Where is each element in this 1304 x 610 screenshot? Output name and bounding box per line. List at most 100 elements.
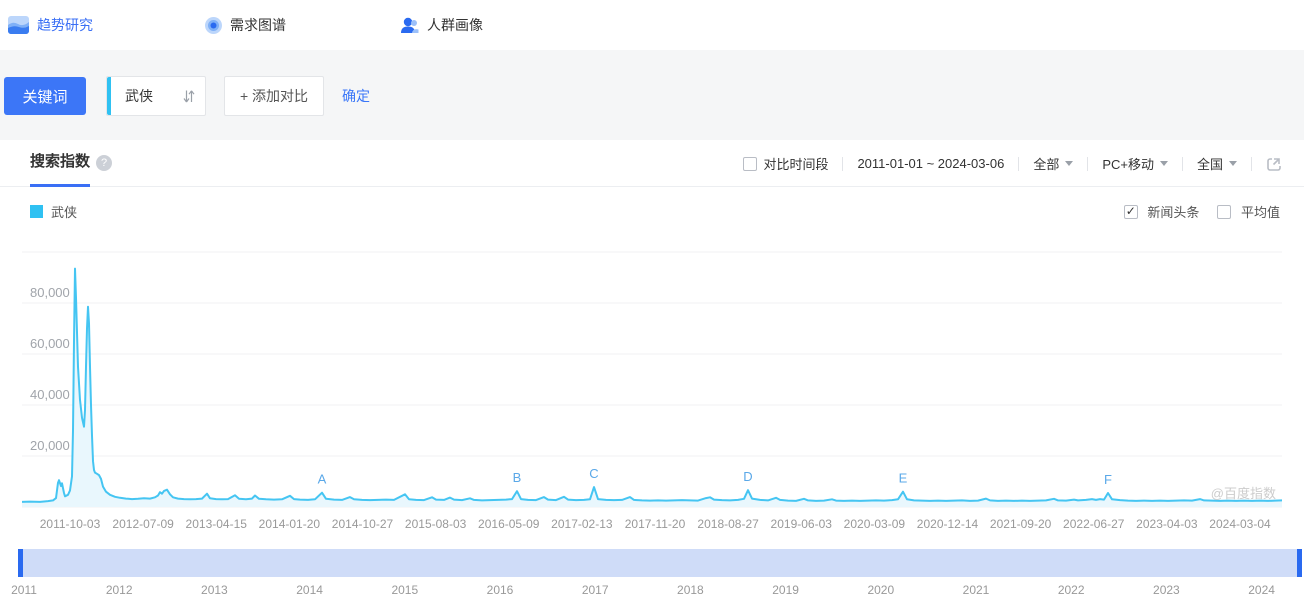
x-axis-tick-label: 2022-06-27 (1063, 517, 1125, 531)
trend-chart[interactable]: 100,000 80,000 60,000 40,000 20,000 A B C D E F 201… (22, 248, 1282, 540)
news-headlines-label: 新闻头条 (1147, 205, 1200, 220)
y-axis-tick-label: 100,000 (30, 248, 77, 249)
divider (1087, 156, 1089, 171)
x-axis-tick-label: 2011-10-03 (40, 517, 101, 531)
year-label-2015: 2015 (391, 583, 419, 597)
divider (842, 156, 844, 171)
x-axis-tick-label: 2016-05-09 (478, 517, 540, 531)
keyword-color-accent (107, 77, 111, 115)
y-axis-tick-label: 80,000 (30, 285, 70, 300)
x-axis-tick-label: 2018-08-27 (697, 517, 759, 531)
region-dropdown[interactable]: 全国 (1197, 154, 1237, 173)
year-label-2014: 2014 (296, 583, 323, 597)
keyword-chip[interactable]: 武侠 (106, 76, 206, 116)
y-axis-tick-label: 40,000 (30, 387, 70, 402)
news-headlines-toggle[interactable]: 新闻头条 (1123, 202, 1200, 221)
chart-controls: 对比时间段 2011-01-01 ~ 2024-03-06 全部 PC+移动 全… (743, 140, 1282, 187)
slider-handle-right[interactable] (1297, 549, 1302, 577)
average-checkbox[interactable] (1217, 205, 1232, 219)
average-label: 平均值 (1240, 205, 1280, 220)
year-label-2022: 2022 (1057, 583, 1085, 597)
y-axis-tick-label: 20,000 (30, 438, 70, 453)
trend-chart-area[interactable]: 100,000 80,000 60,000 40,000 20,000 A B C D E F 201… (0, 248, 1304, 548)
year-label-2020: 2020 (867, 583, 895, 597)
keyword-section-background: 关键词 武侠 + 添加对比 确定 (0, 50, 1304, 140)
x-axis-tick-label: 2020-03-09 (844, 517, 906, 531)
compare-period-label: 对比时间段 (763, 157, 829, 172)
trend-chart-icon (8, 16, 29, 34)
year-label-2018: 2018 (677, 583, 704, 597)
chevron-down-icon (1159, 161, 1168, 166)
category-dropdown-value: 全部 (1033, 157, 1060, 172)
x-axis-tick-label: 2014-01-20 (259, 517, 321, 531)
nav-item-label[interactable]: 需求图谱 (230, 15, 286, 35)
nav-item-trend-research[interactable]: 趋势研究 (8, 0, 93, 50)
search-index-panel: 搜索指数 ? 对比时间段 2011-01-01 ~ 2024-03-06 全部 … (0, 140, 1304, 610)
x-axis-tick-label: 2024-03-04 (1209, 517, 1271, 531)
divider (1181, 156, 1183, 171)
year-label-2016: 2016 (486, 583, 514, 597)
device-dropdown-value: PC+移动 (1102, 157, 1154, 172)
x-axis-tick-label: 2017-11-20 (625, 517, 686, 531)
x-axis-tick-label: 2015-08-03 (405, 517, 467, 531)
series-color-swatch (30, 205, 43, 218)
news-marker-F: F (1104, 472, 1112, 487)
x-axis-tick-label: 2013-04-15 (186, 517, 248, 531)
nav-item-audience-portrait[interactable]: 人群画像 (400, 0, 483, 50)
overlay-toggles: 新闻头条 平均值 (1123, 202, 1280, 221)
news-headlines-checkbox[interactable] (1123, 204, 1138, 219)
divider (1018, 156, 1020, 171)
nav-item-label[interactable]: 人群画像 (427, 15, 483, 35)
device-dropdown[interactable]: PC+移动 (1102, 154, 1168, 173)
nav-item-label[interactable]: 趋势研究 (37, 15, 93, 35)
year-label-2023: 2023 (1153, 583, 1180, 597)
divider (1251, 156, 1252, 171)
news-marker-D: D (743, 469, 752, 484)
x-axis-tick-label: 2012-07-09 (112, 517, 174, 531)
help-icon[interactable]: ? (96, 155, 113, 171)
y-axis-tick-label: 60,000 (30, 336, 70, 351)
series-legend: 武侠 (30, 202, 77, 221)
date-range[interactable]: 2011-01-01 ~ 2024-03-06 (857, 156, 1004, 171)
news-marker-B: B (513, 470, 522, 485)
year-label-2017: 2017 (581, 583, 609, 597)
year-label-2011: 2011 (11, 583, 37, 597)
panel-tab-row: 搜索指数 ? 对比时间段 2011-01-01 ~ 2024-03-06 全部 … (0, 140, 1304, 187)
keyword-value: 武侠 (125, 88, 153, 104)
audience-icon (401, 17, 419, 33)
news-marker-A: A (318, 472, 327, 487)
keyword-button[interactable]: 关键词 (4, 77, 86, 115)
news-marker-E: E (899, 471, 908, 486)
keyword-row: 关键词 武侠 + 添加对比 确定 (0, 76, 370, 116)
slider-handle-left[interactable] (18, 549, 23, 577)
chevron-down-icon (1229, 161, 1237, 166)
x-axis-tick-label: 2021-09-20 (990, 517, 1052, 531)
add-compare-button[interactable]: + 添加对比 (224, 76, 324, 116)
year-label-2012: 2012 (105, 583, 133, 597)
series-line (22, 267, 1282, 503)
legend-row: 武侠 新闻头条 平均值 (0, 200, 1304, 220)
x-axis-tick-label: 2014-10-27 (332, 517, 394, 531)
year-label-2021: 2021 (962, 583, 990, 597)
nav-item-demand-map[interactable]: 需求图谱 (205, 0, 286, 50)
demand-map-icon (205, 16, 222, 34)
chevron-down-icon (1065, 161, 1074, 166)
series-area-fill (22, 268, 1282, 507)
average-toggle[interactable]: 平均值 (1217, 202, 1280, 221)
sort-toggle-icon[interactable] (183, 89, 195, 103)
baidu-index-watermark: @百度指数 (1210, 486, 1276, 501)
timeline-zoom-slider[interactable] (18, 549, 1302, 577)
year-label-2024: 2024 (1248, 583, 1275, 597)
year-label-2019: 2019 (772, 583, 799, 597)
timeline-year-labels: 2011 2012 2013 2014 2015 2016 2017 2018 2019 2020… (11, 583, 1302, 599)
news-marker-C: C (589, 466, 598, 481)
x-axis-tick-label: 2019-06-03 (771, 517, 833, 531)
tab-search-index[interactable]: 搜索指数 (30, 140, 91, 187)
confirm-link[interactable]: 确定 (342, 86, 370, 106)
x-axis-tick-label: 2017-02-13 (551, 517, 613, 531)
region-dropdown-value: 全国 (1196, 157, 1223, 172)
external-link-icon[interactable] (1266, 156, 1282, 172)
compare-period-checkbox[interactable] (743, 156, 758, 171)
x-axis-tick-label: 2023-04-03 (1136, 517, 1198, 531)
category-dropdown[interactable]: 全部 (1033, 154, 1074, 173)
